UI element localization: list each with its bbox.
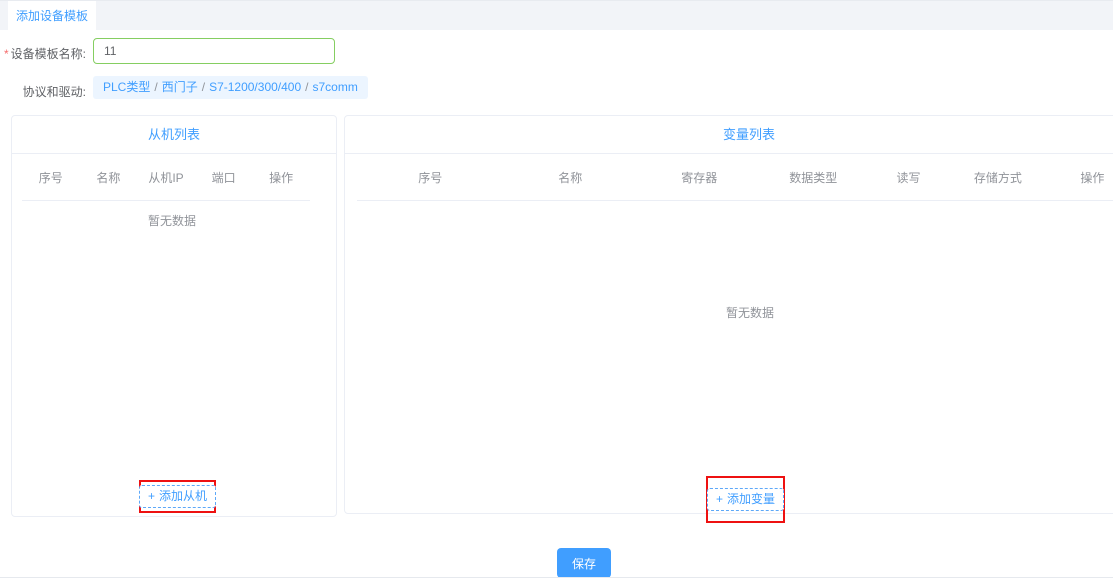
var-col-storage: 存储方式 xyxy=(952,169,1044,186)
breadcrumb-separator: / xyxy=(154,80,157,94)
var-col-readwrite: 读写 xyxy=(865,169,952,186)
tab-add-device-template[interactable]: 添加设备模板 xyxy=(8,1,96,31)
slave-table-header: 序号 名称 从机IP 端口 操作 xyxy=(22,154,310,201)
variable-list-panel: 变量列表 序号 名称 寄存器 数据类型 读写 存储方式 操作 暂无数据 + 添加变… xyxy=(344,115,1113,514)
slave-list-title: 从机列表 xyxy=(12,116,336,154)
slave-col-name: 名称 xyxy=(80,169,138,186)
add-slave-highlight: + 添加从机 xyxy=(139,480,216,513)
tab-bar: 添加设备模板 xyxy=(0,0,1113,30)
page-bottom-divider xyxy=(0,577,1113,578)
protocol-segment-vendor: 西门子 xyxy=(162,80,198,94)
add-slave-button[interactable]: + 添加从机 xyxy=(139,485,216,508)
plus-icon: + xyxy=(148,489,155,503)
device-template-name-label: *设备模板名称: xyxy=(0,45,86,62)
add-variable-button[interactable]: + 添加变量 xyxy=(707,488,784,511)
device-template-name-input[interactable] xyxy=(93,38,335,64)
slave-list-panel: 从机列表 序号 名称 从机IP 端口 操作 暂无数据 + 添加从机 xyxy=(11,115,337,517)
variable-table-header: 序号 名称 寄存器 数据类型 读写 存储方式 操作 xyxy=(357,154,1113,201)
var-col-name: 名称 xyxy=(504,169,637,186)
protocol-driver-label: 协议和驱动: xyxy=(0,83,86,100)
protocol-segment-driver: s7comm xyxy=(313,80,358,94)
device-template-name-label-text: 设备模板名称: xyxy=(11,47,86,61)
variable-list-title: 变量列表 xyxy=(345,116,1113,154)
var-col-action: 操作 xyxy=(1044,169,1113,186)
var-col-datatype: 数据类型 xyxy=(762,169,865,186)
breadcrumb-separator: / xyxy=(305,80,308,94)
required-asterisk: * xyxy=(4,47,9,61)
slave-empty-text: 暂无数据 xyxy=(22,212,322,229)
protocol-segment-plc-type: PLC类型 xyxy=(103,80,150,94)
var-col-register: 寄存器 xyxy=(637,169,762,186)
slave-col-action: 操作 xyxy=(252,169,310,186)
add-variable-button-label: 添加变量 xyxy=(727,492,775,506)
slave-col-port: 端口 xyxy=(195,169,253,186)
add-slave-button-label: 添加从机 xyxy=(159,489,207,503)
save-button[interactable]: 保存 xyxy=(557,548,611,578)
plus-icon: + xyxy=(716,492,723,506)
add-variable-highlight: + 添加变量 xyxy=(706,476,785,523)
breadcrumb-separator: / xyxy=(202,80,205,94)
slave-col-ip: 从机IP xyxy=(137,169,195,186)
variable-empty-text: 暂无数据 xyxy=(345,304,1113,321)
add-device-template-page: 添加设备模板 *设备模板名称: 协议和驱动: PLC类型 / 西门子 / S7-1200… xyxy=(0,0,1113,584)
var-col-index: 序号 xyxy=(357,169,504,186)
protocol-driver-breadcrumb[interactable]: PLC类型 / 西门子 / S7-1200/300/400 / s7comm xyxy=(93,76,368,99)
protocol-segment-model: S7-1200/300/400 xyxy=(209,80,301,94)
slave-col-index: 序号 xyxy=(22,169,80,186)
